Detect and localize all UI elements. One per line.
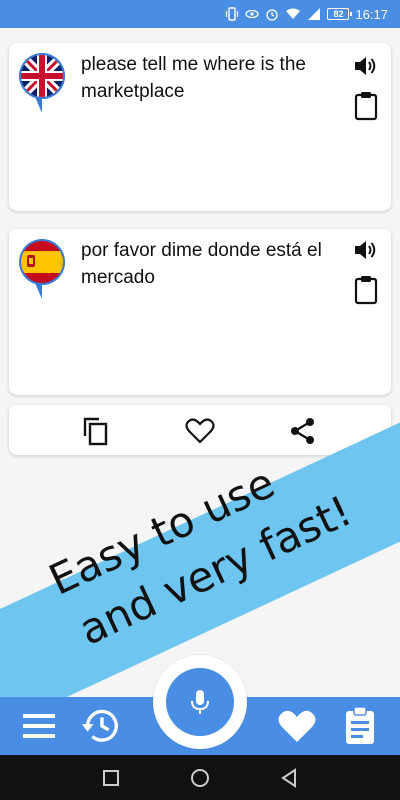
status-bar: 82 16:17 [0, 0, 400, 28]
system-navigation-bar [0, 755, 400, 800]
eye-icon [245, 7, 260, 21]
microphone-icon [191, 690, 209, 714]
source-text[interactable]: please tell me where is the marketplace [81, 51, 331, 105]
history-icon[interactable] [80, 705, 122, 747]
united-kingdom-flag-icon[interactable] [17, 51, 67, 115]
clock: 16:17 [355, 6, 388, 22]
home-icon[interactable] [189, 767, 211, 789]
wifi-icon [285, 7, 301, 21]
volume-icon[interactable] [351, 51, 381, 81]
target-card[interactable]: por favor dime donde está el mercado [9, 229, 391, 395]
clipboard-icon[interactable] [351, 275, 381, 305]
volume-icon[interactable] [351, 235, 381, 265]
signal-icon [307, 7, 321, 21]
copy-icon[interactable] [79, 415, 111, 447]
target-text[interactable]: por favor dime donde está el mercado [81, 237, 331, 291]
back-icon[interactable] [278, 767, 300, 789]
clipboard-icon[interactable] [351, 91, 381, 121]
battery-icon: 82 [327, 8, 353, 20]
microphone-button[interactable] [166, 668, 234, 736]
heart-icon[interactable] [276, 705, 318, 747]
source-card[interactable]: please tell me where is the marketplace [9, 43, 391, 211]
heart-icon[interactable] [184, 415, 216, 447]
share-icon[interactable] [287, 415, 319, 447]
notes-icon[interactable] [339, 705, 381, 747]
menu-icon[interactable] [18, 705, 60, 747]
recent-apps-icon[interactable] [100, 767, 122, 789]
alarm-icon [265, 7, 279, 21]
spain-flag-icon[interactable] [17, 237, 67, 301]
action-row [9, 405, 391, 455]
vibrate-icon [225, 7, 239, 21]
